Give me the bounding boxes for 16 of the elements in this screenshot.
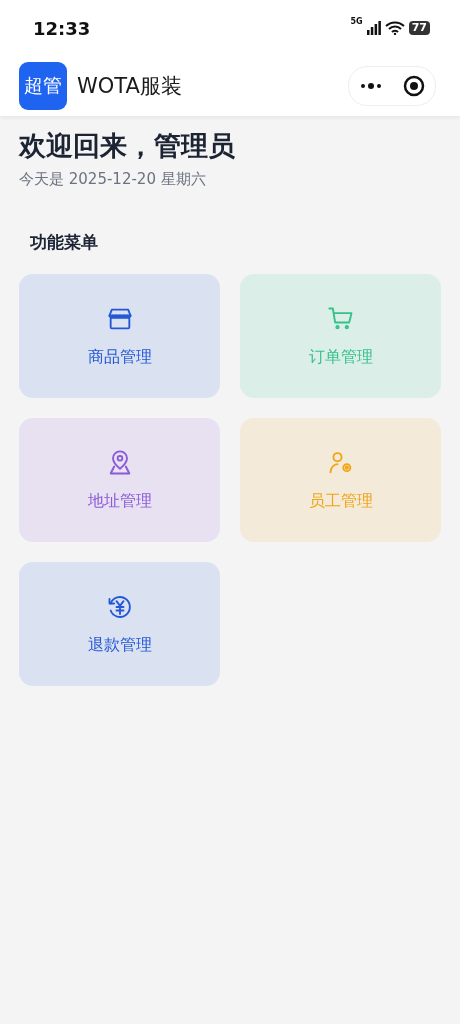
menu-card[interactable]: 订单管理 — [240, 274, 441, 398]
menu-card[interactable]: 退款管理 — [19, 562, 220, 686]
signal-icon — [366, 21, 381, 35]
section-title: 功能菜单 — [30, 231, 99, 254]
app-title: WOTA服装 — [77, 73, 183, 100]
battery-indicator: 77 — [408, 21, 430, 35]
app-logo: 超管 — [19, 62, 67, 110]
status-time: 12:33 — [33, 17, 91, 39]
more-icon[interactable] — [359, 83, 382, 89]
wifi-icon — [384, 21, 405, 35]
close-target-icon[interactable] — [402, 75, 425, 97]
network-label: 5G — [350, 17, 363, 26]
welcome-title: 欢迎回来，管理员 — [19, 129, 236, 163]
menu-card[interactable]: 商品管理 — [19, 274, 220, 398]
date-text: 今天是 2025-12-20 星期六 — [19, 170, 207, 189]
menu-card[interactable]: 地址管理 — [19, 418, 220, 542]
